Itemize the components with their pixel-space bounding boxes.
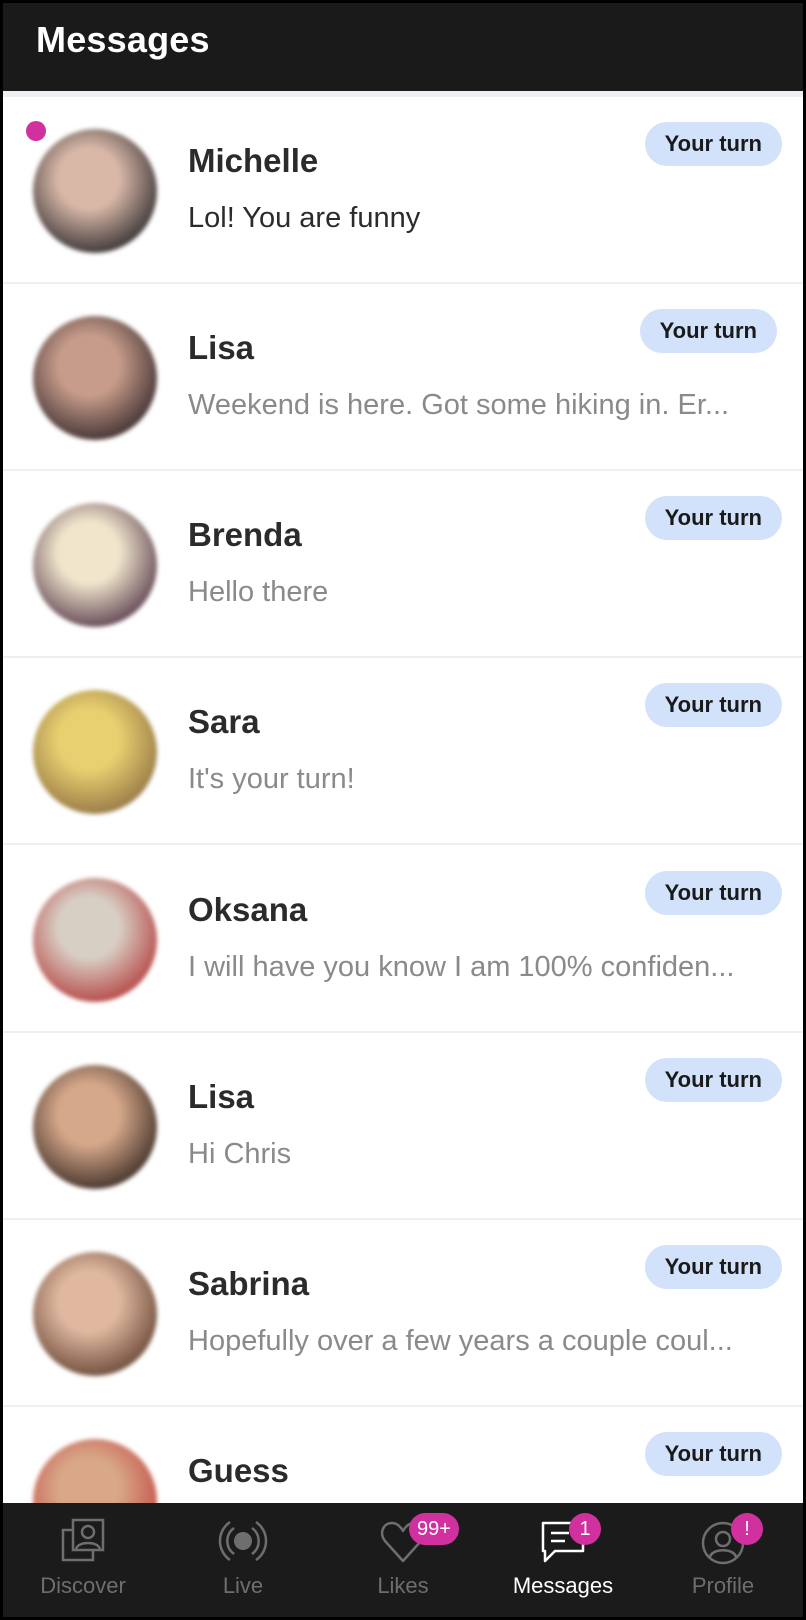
app-frame: Messages Michelle Lol! You are funny You…: [3, 3, 803, 1617]
your-turn-badge: Your turn: [644, 1245, 782, 1289]
message-preview: Lol! You are funny: [188, 202, 421, 234]
nav-item-discover[interactable]: Discover: [3, 1503, 163, 1617]
avatar[interactable]: [33, 129, 157, 253]
contact-name: Sabrina: [188, 1265, 310, 1302]
profile-alert-badge: !: [731, 1513, 763, 1545]
conversation-row[interactable]: Lisa Hi Chris Your turn: [3, 1033, 803, 1220]
avatar[interactable]: [33, 878, 157, 1002]
likes-count-badge: 99+: [409, 1513, 459, 1545]
messages-count-badge: 1: [569, 1513, 601, 1545]
nav-item-profile[interactable]: ! Profile: [643, 1503, 803, 1617]
contact-name: Oksana: [188, 891, 308, 928]
contact-name: Brenda: [188, 516, 302, 553]
avatar[interactable]: [33, 1065, 157, 1189]
avatar[interactable]: [33, 1439, 157, 1503]
avatar[interactable]: [33, 690, 157, 814]
your-turn-badge: Your turn: [644, 496, 782, 540]
row-divider: [3, 843, 803, 845]
message-preview: Hi Chris: [188, 1138, 292, 1170]
nav-label: Likes: [377, 1573, 429, 1598]
nav-label: Profile: [691, 1573, 755, 1598]
conversation-row[interactable]: Sabrina Hopefully over a few years a cou…: [3, 1220, 803, 1407]
your-turn-badge: Your turn: [644, 122, 782, 166]
contact-name: Sara: [188, 703, 260, 740]
conversation-list[interactable]: Michelle Lol! You are funny Your turn Li…: [3, 97, 803, 1503]
nav-item-live[interactable]: Live: [163, 1503, 323, 1617]
your-turn-badge: Your turn: [644, 1432, 782, 1476]
contact-name: Michelle: [188, 142, 319, 179]
nav-item-messages[interactable]: 1 Messages: [483, 1503, 643, 1617]
conversation-row[interactable]: Guess Your turn: [3, 1407, 803, 1503]
your-turn-badge: Your turn: [644, 1058, 782, 1102]
discover-icon: [61, 1518, 105, 1562]
unread-indicator: [26, 121, 46, 141]
contact-name: Lisa: [188, 329, 255, 366]
message-preview: Hello there: [188, 576, 329, 608]
nav-label: Live: [222, 1573, 264, 1598]
your-turn-badge: Your turn: [644, 683, 782, 727]
contact-name: Guess: [188, 1452, 289, 1489]
conversation-row[interactable]: Oksana I will have you know I am 100% co…: [3, 846, 803, 1033]
page-title: Messages: [36, 19, 210, 60]
message-preview: I will have you know I am 100% confiden.…: [188, 951, 735, 983]
conversation-row[interactable]: Michelle Lol! You are funny Your turn: [3, 97, 803, 284]
message-preview: Hopefully over a few years a couple coul…: [188, 1325, 733, 1357]
top-bar: Messages: [3, 3, 803, 91]
conversation-row[interactable]: Lisa Weekend is here. Got some hiking in…: [3, 284, 803, 471]
avatar[interactable]: [33, 503, 157, 627]
message-preview: Weekend is here. Got some hiking in. Er.…: [188, 389, 730, 421]
nav-label: Discover: [40, 1573, 126, 1598]
contact-name: Lisa: [188, 1078, 255, 1115]
your-turn-badge: Your turn: [639, 309, 777, 353]
bottom-nav: Discover Live 99+ Likes 1 Messages ! Pro…: [3, 1503, 803, 1617]
your-turn-badge: Your turn: [644, 871, 782, 915]
message-preview: It's your turn!: [188, 763, 355, 795]
avatar[interactable]: [33, 1252, 157, 1376]
conversation-row[interactable]: Sara It's your turn! Your turn: [3, 658, 803, 845]
nav-label: Messages: [512, 1573, 614, 1598]
nav-item-likes[interactable]: 99+ Likes: [323, 1503, 483, 1617]
live-icon: [218, 1520, 268, 1562]
avatar[interactable]: [33, 316, 157, 440]
conversation-row[interactable]: Brenda Hello there Your turn: [3, 471, 803, 658]
